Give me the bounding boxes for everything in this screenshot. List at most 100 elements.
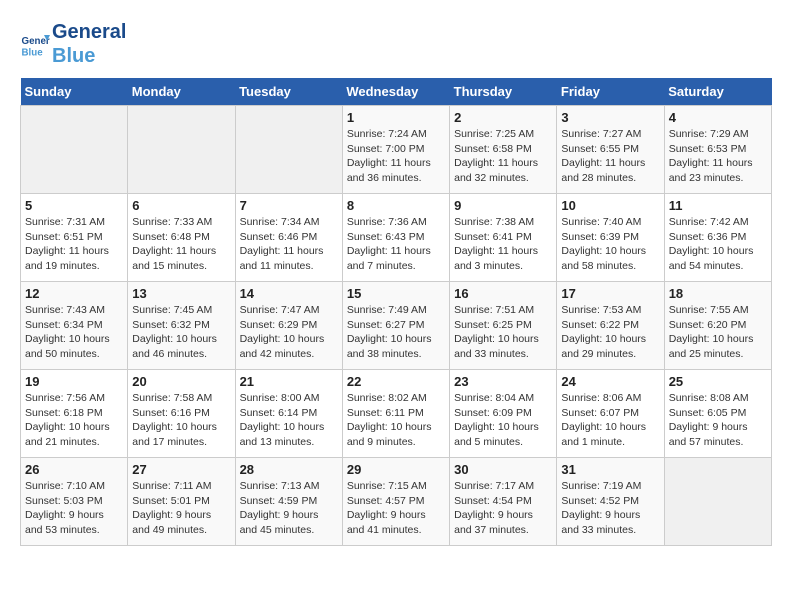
weekday-header-monday: Monday	[128, 78, 235, 106]
day-number: 30	[454, 462, 552, 477]
day-info: Sunrise: 8:00 AM Sunset: 6:14 PM Dayligh…	[240, 391, 338, 450]
day-info: Sunrise: 7:36 AM Sunset: 6:43 PM Dayligh…	[347, 215, 445, 274]
week-row-2: 5 Sunrise: 7:31 AM Sunset: 6:51 PM Daylig…	[21, 194, 772, 282]
weekday-header-saturday: Saturday	[664, 78, 771, 106]
week-row-5: 26 Sunrise: 7:10 AM Sunset: 5:03 PM Dayli…	[21, 458, 772, 546]
calendar-table: SundayMondayTuesdayWednesdayThursdayFrid…	[20, 78, 772, 546]
day-number: 31	[561, 462, 659, 477]
weekday-header-thursday: Thursday	[450, 78, 557, 106]
day-cell: 9Sunrise: 7:38 AM Sunset: 6:41 PM Daylig…	[450, 194, 557, 282]
day-info: Sunrise: 7:55 AM Sunset: 6:20 PM Dayligh…	[669, 303, 767, 362]
day-number: 8	[347, 198, 445, 213]
day-cell: 30 Sunrise: 7:17 AM Sunset: 4:54 PM Dayli…	[450, 458, 557, 546]
weekday-header-sunday: Sunday	[21, 78, 128, 106]
day-info: Sunrise: 7:56 AM Sunset: 6:18 PM Dayligh…	[25, 391, 123, 450]
day-info: Sunrise: 7:31 AM Sunset: 6:51 PM Dayligh…	[25, 215, 123, 274]
weekday-header-wednesday: Wednesday	[342, 78, 449, 106]
day-number: 12	[25, 286, 123, 301]
day-info: Sunrise: 7:49 AM Sunset: 6:27 PM Dayligh…	[347, 303, 445, 362]
day-info: Sunrise: 7:34 AM Sunset: 6:46 PM Dayligh…	[240, 215, 338, 274]
day-cell	[128, 106, 235, 194]
day-number: 16	[454, 286, 552, 301]
week-row-4: 19 Sunrise: 7:56 AM Sunset: 6:18 PM Dayli…	[21, 370, 772, 458]
svg-text:Blue: Blue	[22, 47, 44, 58]
day-info: Sunrise: 7:47 AM Sunset: 6:29 PM Dayligh…	[240, 303, 338, 362]
day-cell: 17 Sunrise: 7:53 AM Sunset: 6:22 PM Dayli…	[557, 282, 664, 370]
logo-icon: General Blue	[20, 29, 50, 59]
day-info: Sunrise: 7:19 AM Sunset: 4:52 PM Dayligh…	[561, 479, 659, 538]
day-info: Sunrise: 7:27 AM Sunset: 6:55 PM Dayligh…	[561, 127, 659, 186]
day-cell	[235, 106, 342, 194]
day-cell	[21, 106, 128, 194]
day-number: 5	[25, 198, 123, 213]
weekday-header-friday: Friday	[557, 78, 664, 106]
day-cell: 21Sunrise: 8:00 AM Sunset: 6:14 PM Dayli…	[235, 370, 342, 458]
day-info: Sunrise: 7:29 AM Sunset: 6:53 PM Dayligh…	[669, 127, 767, 186]
day-info: Sunrise: 7:43 AM Sunset: 6:34 PM Dayligh…	[25, 303, 123, 362]
day-cell: 19 Sunrise: 7:56 AM Sunset: 6:18 PM Dayli…	[21, 370, 128, 458]
day-number: 13	[132, 286, 230, 301]
day-number: 7	[240, 198, 338, 213]
day-number: 26	[25, 462, 123, 477]
day-cell: 24Sunrise: 8:06 AM Sunset: 6:07 PM Dayli…	[557, 370, 664, 458]
day-cell	[664, 458, 771, 546]
day-cell: 27 Sunrise: 7:11 AM Sunset: 5:01 PM Dayli…	[128, 458, 235, 546]
page-header: General Blue General Blue	[20, 20, 772, 68]
day-number: 27	[132, 462, 230, 477]
logo: General Blue General Blue	[20, 20, 126, 68]
day-number: 15	[347, 286, 445, 301]
day-info: Sunrise: 8:02 AM Sunset: 6:11 PM Dayligh…	[347, 391, 445, 450]
day-number: 28	[240, 462, 338, 477]
day-cell: 12 Sunrise: 7:43 AM Sunset: 6:34 PM Dayli…	[21, 282, 128, 370]
day-number: 29	[347, 462, 445, 477]
day-info: Sunrise: 7:11 AM Sunset: 5:01 PM Dayligh…	[132, 479, 230, 538]
day-number: 18	[669, 286, 767, 301]
day-cell: 15 Sunrise: 7:49 AM Sunset: 6:27 PM Dayli…	[342, 282, 449, 370]
day-cell: 31 Sunrise: 7:19 AM Sunset: 4:52 PM Dayli…	[557, 458, 664, 546]
logo-general: General	[52, 20, 126, 44]
day-info: Sunrise: 7:40 AM Sunset: 6:39 PM Dayligh…	[561, 215, 659, 274]
day-cell: 20 Sunrise: 7:58 AM Sunset: 6:16 PM Dayli…	[128, 370, 235, 458]
weekday-header-tuesday: Tuesday	[235, 78, 342, 106]
day-cell: 16 Sunrise: 7:51 AM Sunset: 6:25 PM Dayli…	[450, 282, 557, 370]
day-info: Sunrise: 7:24 AM Sunset: 7:00 PM Dayligh…	[347, 127, 445, 186]
day-info: Sunrise: 8:04 AM Sunset: 6:09 PM Dayligh…	[454, 391, 552, 450]
day-number: 4	[669, 110, 767, 125]
day-number: 22	[347, 374, 445, 389]
day-info: Sunrise: 7:58 AM Sunset: 6:16 PM Dayligh…	[132, 391, 230, 450]
day-cell: 2 Sunrise: 7:25 AM Sunset: 6:58 PM Daylig…	[450, 106, 557, 194]
day-cell: 14Sunrise: 7:47 AM Sunset: 6:29 PM Dayli…	[235, 282, 342, 370]
day-number: 11	[669, 198, 767, 213]
day-number: 17	[561, 286, 659, 301]
day-number: 2	[454, 110, 552, 125]
week-row-1: 1 Sunrise: 7:24 AM Sunset: 7:00 PM Daylig…	[21, 106, 772, 194]
day-number: 10	[561, 198, 659, 213]
day-info: Sunrise: 8:08 AM Sunset: 6:05 PM Dayligh…	[669, 391, 767, 450]
day-info: Sunrise: 7:33 AM Sunset: 6:48 PM Dayligh…	[132, 215, 230, 274]
day-cell: 28 Sunrise: 7:13 AM Sunset: 4:59 PM Dayli…	[235, 458, 342, 546]
day-cell: 5 Sunrise: 7:31 AM Sunset: 6:51 PM Daylig…	[21, 194, 128, 282]
day-cell: 8 Sunrise: 7:36 AM Sunset: 6:43 PM Daylig…	[342, 194, 449, 282]
day-info: Sunrise: 7:10 AM Sunset: 5:03 PM Dayligh…	[25, 479, 123, 538]
day-number: 1	[347, 110, 445, 125]
day-number: 20	[132, 374, 230, 389]
day-cell: 11Sunrise: 7:42 AM Sunset: 6:36 PM Dayli…	[664, 194, 771, 282]
day-number: 6	[132, 198, 230, 213]
day-cell: 29 Sunrise: 7:15 AM Sunset: 4:57 PM Dayli…	[342, 458, 449, 546]
day-number: 19	[25, 374, 123, 389]
day-cell: 7 Sunrise: 7:34 AM Sunset: 6:46 PM Daylig…	[235, 194, 342, 282]
day-info: Sunrise: 7:15 AM Sunset: 4:57 PM Dayligh…	[347, 479, 445, 538]
day-number: 3	[561, 110, 659, 125]
day-cell: 18 Sunrise: 7:55 AM Sunset: 6:20 PM Dayli…	[664, 282, 771, 370]
day-info: Sunrise: 7:13 AM Sunset: 4:59 PM Dayligh…	[240, 479, 338, 538]
day-cell: 22 Sunrise: 8:02 AM Sunset: 6:11 PM Dayli…	[342, 370, 449, 458]
day-info: Sunrise: 7:25 AM Sunset: 6:58 PM Dayligh…	[454, 127, 552, 186]
day-number: 25	[669, 374, 767, 389]
day-cell: 13Sunrise: 7:45 AM Sunset: 6:32 PM Dayli…	[128, 282, 235, 370]
weekday-header-row: SundayMondayTuesdayWednesdayThursdayFrid…	[21, 78, 772, 106]
day-info: Sunrise: 7:38 AM Sunset: 6:41 PM Dayligh…	[454, 215, 552, 274]
day-info: Sunrise: 8:06 AM Sunset: 6:07 PM Dayligh…	[561, 391, 659, 450]
day-info: Sunrise: 7:53 AM Sunset: 6:22 PM Dayligh…	[561, 303, 659, 362]
day-info: Sunrise: 7:51 AM Sunset: 6:25 PM Dayligh…	[454, 303, 552, 362]
day-info: Sunrise: 7:17 AM Sunset: 4:54 PM Dayligh…	[454, 479, 552, 538]
